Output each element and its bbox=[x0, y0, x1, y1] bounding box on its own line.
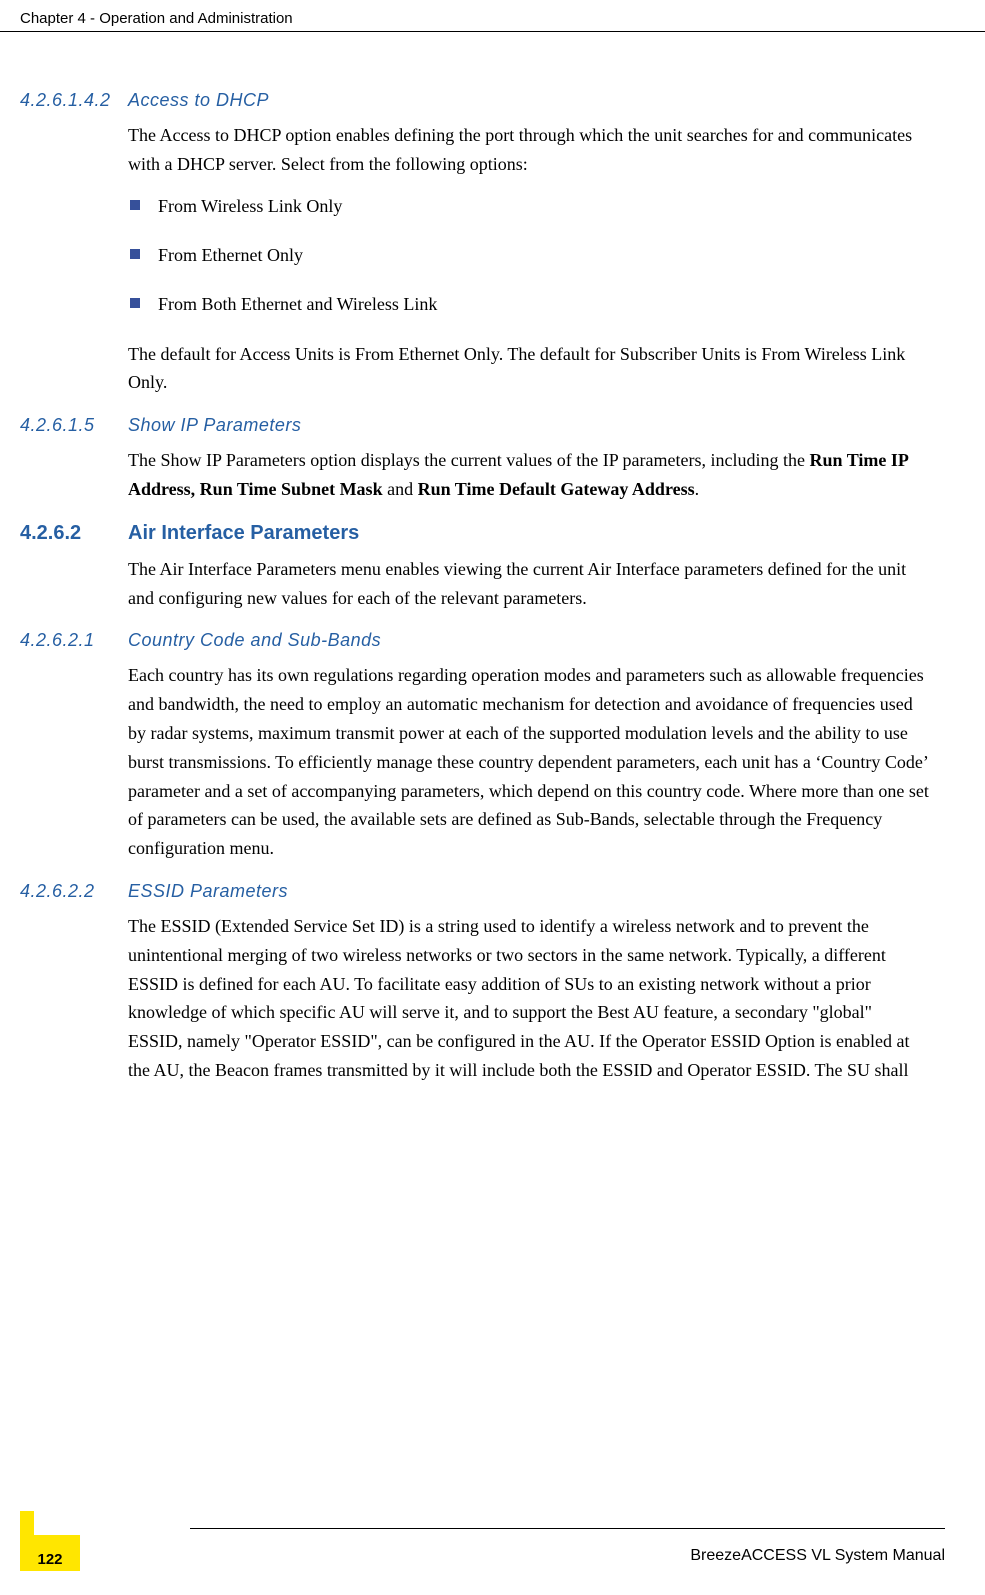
section-body: Each country has its own regulations reg… bbox=[128, 661, 929, 863]
section-body: The ESSID (Extended Service Set ID) is a… bbox=[128, 912, 929, 1085]
section-show-ip: 4.2.6.1.5 Show IP Parameters The Show IP… bbox=[20, 415, 929, 504]
text-run: and bbox=[383, 479, 418, 499]
footer-row: 122 BreezeACCESS VL System Manual bbox=[20, 1535, 945, 1571]
heading-title: Air Interface Parameters bbox=[128, 522, 359, 545]
heading-country-code: 4.2.6.2.1 Country Code and Sub-Bands bbox=[20, 630, 929, 651]
section-body: The Access to DHCP option enables defini… bbox=[128, 121, 929, 397]
heading-number: 4.2.6.1.5 bbox=[20, 415, 128, 436]
text-bold: Run Time Default Gateway Address bbox=[418, 479, 695, 499]
section-essid: 4.2.6.2.2 ESSID Parameters The ESSID (Ex… bbox=[20, 881, 929, 1085]
paragraph: The Show IP Parameters option displays t… bbox=[128, 446, 929, 504]
footer: 122 BreezeACCESS VL System Manual bbox=[20, 1528, 945, 1571]
section-body: The Show IP Parameters option displays t… bbox=[128, 446, 929, 504]
heading-number: 4.2.6.2.1 bbox=[20, 630, 128, 651]
paragraph: Each country has its own regulations reg… bbox=[128, 661, 929, 863]
section-body: The Air Interface Parameters menu enable… bbox=[128, 555, 929, 613]
heading-title: ESSID Parameters bbox=[128, 881, 288, 902]
section-access-dhcp: 4.2.6.1.4.2 Access to DHCP The Access to… bbox=[20, 90, 929, 397]
content-area: 4.2.6.1.4.2 Access to DHCP The Access to… bbox=[0, 32, 985, 1085]
heading-title: Access to DHCP bbox=[128, 90, 269, 111]
page: Chapter 4 - Operation and Administration… bbox=[0, 0, 985, 1595]
footer-rule bbox=[190, 1528, 945, 1529]
text-run: . bbox=[695, 479, 700, 499]
list-item: From Wireless Link Only bbox=[128, 193, 929, 220]
list-item: From Ethernet Only bbox=[128, 242, 929, 269]
running-header: Chapter 4 - Operation and Administration bbox=[0, 0, 985, 32]
paragraph: The Access to DHCP option enables defini… bbox=[128, 121, 929, 179]
list-item: From Both Ethernet and Wireless Link bbox=[128, 291, 929, 318]
section-air-interface: 4.2.6.2 Air Interface Parameters The Air… bbox=[20, 522, 929, 613]
section-country-code: 4.2.6.2.1 Country Code and Sub-Bands Eac… bbox=[20, 630, 929, 863]
text-run: The Show IP Parameters option displays t… bbox=[128, 450, 810, 470]
paragraph: The ESSID (Extended Service Set ID) is a… bbox=[128, 912, 929, 1085]
heading-air-interface: 4.2.6.2 Air Interface Parameters bbox=[20, 522, 929, 545]
paragraph: The default for Access Units is From Eth… bbox=[128, 340, 929, 398]
accent-bar bbox=[20, 1511, 34, 1571]
heading-title: Show IP Parameters bbox=[128, 415, 301, 436]
heading-essid: 4.2.6.2.2 ESSID Parameters bbox=[20, 881, 929, 902]
heading-number: 4.2.6.2 bbox=[20, 522, 128, 545]
paragraph: The Air Interface Parameters menu enable… bbox=[128, 555, 929, 613]
manual-title: BreezeACCESS VL System Manual bbox=[690, 1547, 945, 1571]
heading-number: 4.2.6.1.4.2 bbox=[20, 90, 128, 111]
heading-access-dhcp: 4.2.6.1.4.2 Access to DHCP bbox=[20, 90, 929, 111]
bullet-list: From Wireless Link Only From Ethernet On… bbox=[128, 193, 929, 318]
heading-number: 4.2.6.2.2 bbox=[20, 881, 128, 902]
heading-show-ip: 4.2.6.1.5 Show IP Parameters bbox=[20, 415, 929, 436]
heading-title: Country Code and Sub-Bands bbox=[128, 630, 381, 651]
